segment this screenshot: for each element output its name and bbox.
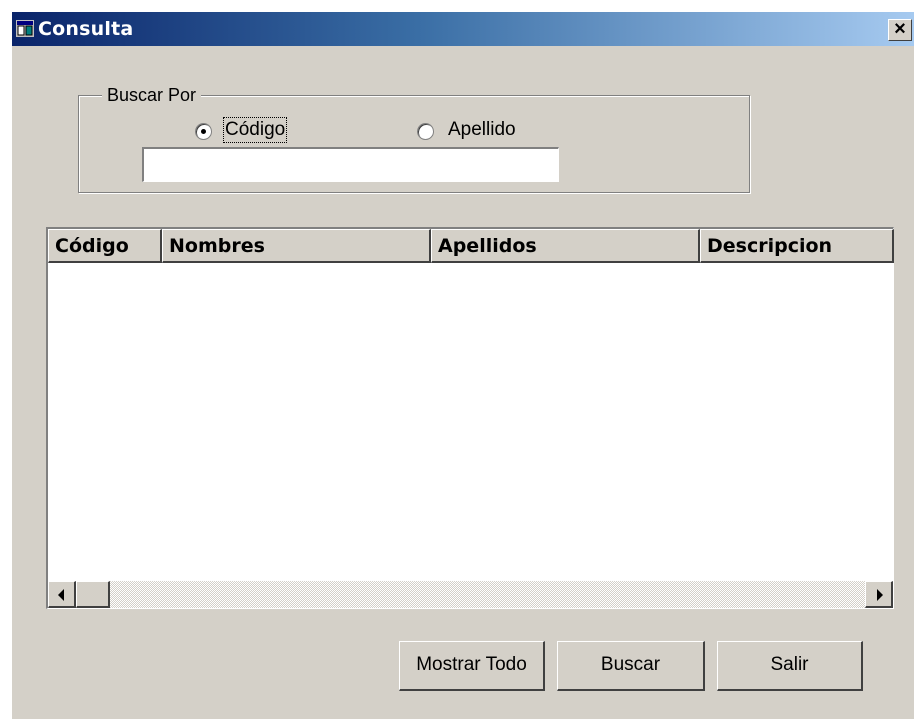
title-bar[interactable]: Consulta ×	[12, 12, 914, 46]
search-button[interactable]: Buscar	[557, 641, 705, 691]
horizontal-scrollbar[interactable]	[48, 581, 893, 608]
scroll-right-arrow-icon	[877, 589, 883, 601]
column-header-codigo[interactable]: Código	[48, 229, 162, 263]
scroll-right-button[interactable]	[865, 581, 893, 608]
radio-codigo-label[interactable]: Código	[222, 117, 288, 143]
close-button[interactable]: ×	[888, 19, 912, 41]
consulta-window: Consulta × Buscar Por Código Apellido Có…	[12, 12, 914, 719]
radio-apellido[interactable]	[417, 123, 434, 140]
search-input[interactable]	[142, 147, 559, 182]
scroll-left-arrow-icon	[58, 589, 64, 601]
scroll-left-button[interactable]	[48, 581, 76, 608]
results-grid[interactable]: Código Nombres Apellidos Descripcion	[46, 227, 894, 609]
grid-header: Código Nombres Apellidos Descripcion	[48, 229, 894, 263]
radio-codigo[interactable]	[195, 123, 212, 140]
close-icon: ×	[894, 18, 906, 40]
search-by-group-label: Buscar Por	[102, 85, 202, 106]
column-header-nombres[interactable]: Nombres	[162, 229, 431, 263]
radio-apellido-label[interactable]: Apellido	[448, 119, 516, 141]
app-window-icon	[16, 20, 34, 37]
column-header-descripcion[interactable]: Descripcion	[700, 229, 894, 263]
exit-button[interactable]: Salir	[717, 641, 863, 691]
show-all-button[interactable]: Mostrar Todo	[399, 641, 545, 691]
window-title: Consulta	[38, 18, 134, 40]
scroll-thumb[interactable]	[76, 581, 110, 608]
radio-selected-dot	[201, 129, 206, 134]
column-header-apellidos[interactable]: Apellidos	[431, 229, 700, 263]
